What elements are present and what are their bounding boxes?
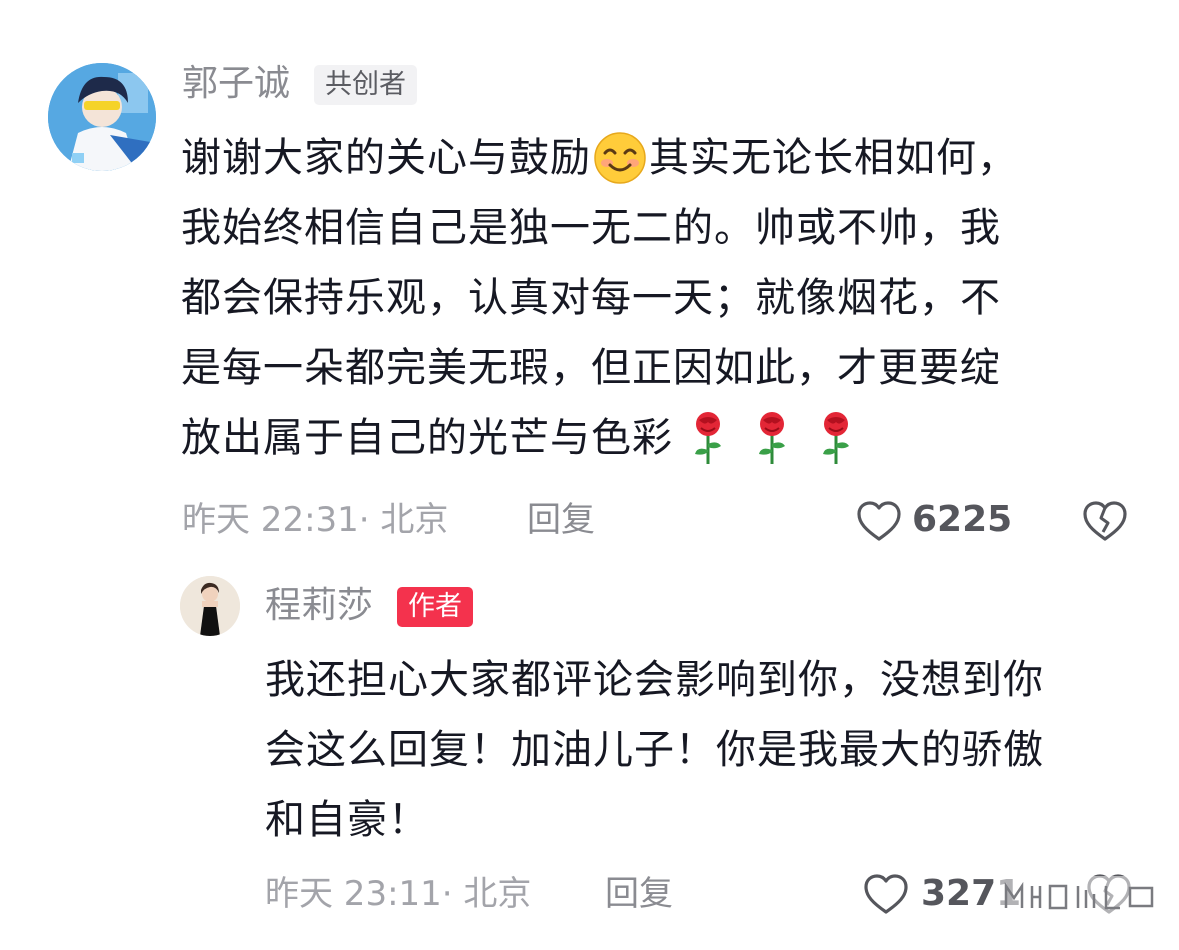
comment-line: 我始终相信自己是独一无二的。帅或不帅，我 — [181, 205, 1001, 251]
reply-line: 我还担心大家都评论会影响到你，没想到你 — [265, 657, 1044, 703]
heart-outline-icon[interactable] — [863, 873, 909, 915]
rose-emoji-icon — [815, 410, 857, 466]
author-badge: 作者 — [397, 587, 473, 627]
reply-timestamp: 昨天 23:11· 北京 — [265, 874, 532, 914]
rose-emoji-icon — [751, 410, 793, 466]
reply-line: 和自豪！ — [265, 797, 429, 843]
comment-line: 都会保持乐观，认真对每一天；就像烟花，不 — [181, 275, 1001, 321]
comment-timestamp: 昨天 22:31· 北京 — [182, 500, 449, 540]
commenter-name[interactable]: 郭子诚 — [182, 62, 290, 106]
reply-button[interactable]: 回复 — [605, 872, 673, 916]
replier-name[interactable]: 程莉莎 — [265, 584, 373, 628]
comment-line: 放出属于自己的光芒与色彩 — [181, 415, 673, 461]
broken-heart-icon[interactable] — [1082, 500, 1128, 542]
comment-line: 其实无论长相如何， — [649, 135, 1018, 181]
watermark-logo — [1000, 876, 1160, 916]
comment-line: 是每一朵都完美无瑕，但正因如此，才更要绽 — [181, 345, 1001, 391]
smiling-face-emoji-icon — [593, 131, 647, 185]
co-creator-badge: 共创者 — [314, 65, 417, 105]
comment-line: 谢谢大家的关心与鼓励 — [181, 135, 591, 181]
like-count: 6225 — [912, 499, 1013, 540]
reply-line: 会这么回复！加油儿子！你是我最大的骄傲 — [265, 727, 1044, 773]
comment-text: 谢谢大家的关心与鼓励 其实无论长相如何， 我始终相信自己是独一无二的。帅或不帅，… — [181, 123, 1111, 473]
heart-outline-icon[interactable] — [856, 500, 902, 542]
replier-avatar[interactable] — [180, 576, 240, 636]
reply-text: 我还担心大家都评论会影响到你，没想到你 会这么回复！加油儿子！你是我最大的骄傲 … — [265, 645, 1145, 855]
reply-button[interactable]: 回复 — [527, 498, 595, 542]
commenter-avatar[interactable] — [48, 63, 156, 171]
rose-emoji-icon — [687, 410, 729, 466]
